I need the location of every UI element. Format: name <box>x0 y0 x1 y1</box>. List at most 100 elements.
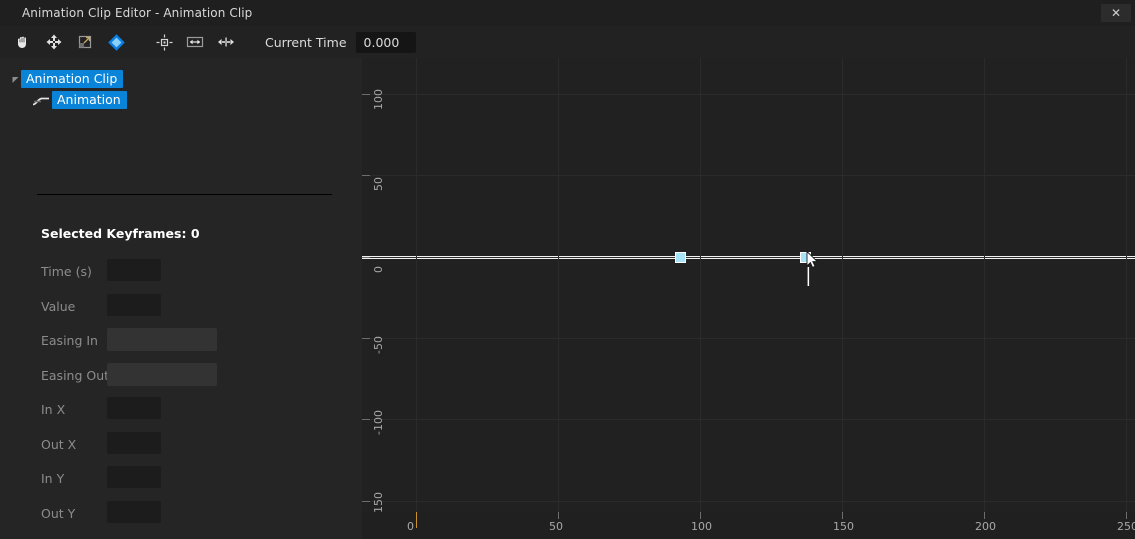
field-row: In X <box>0 396 362 431</box>
field-input[interactable] <box>107 294 161 316</box>
selected-keyframes-count: 0 <box>191 226 200 241</box>
close-icon[interactable]: ✕ <box>1101 4 1131 22</box>
animation-curve-icon <box>32 93 51 107</box>
y-tick <box>362 501 370 502</box>
field-row: In Y <box>0 465 362 500</box>
keyframe-marker[interactable] <box>800 252 811 263</box>
move-tool-button[interactable] <box>41 30 67 54</box>
x-tick-label: 200 <box>975 520 996 533</box>
y-tick <box>362 257 370 258</box>
field-label: In X <box>41 402 65 417</box>
snap-center-tool-button[interactable] <box>151 30 177 54</box>
keyframe-marker[interactable] <box>675 252 686 263</box>
x-gridline <box>1126 58 1127 512</box>
tree-item-animation-clip[interactable]: Animation Clip <box>0 70 362 88</box>
y-tick-label: 0 <box>372 266 385 273</box>
diamond-icon <box>107 33 126 52</box>
field-row: Value <box>0 293 362 328</box>
x-tick-label: 250 <box>1117 520 1135 533</box>
selected-keyframes-label: Selected Keyframes: <box>41 226 186 241</box>
y-gridline <box>362 175 1135 176</box>
toolbar-separator <box>129 42 146 43</box>
y-gridline <box>362 257 1135 258</box>
animation-tree: Animation Clip Animation <box>0 70 362 112</box>
field-label: Out X <box>41 437 76 452</box>
tree-item-animation[interactable]: Animation <box>0 91 362 109</box>
y-tick <box>362 419 370 420</box>
y-tick-label: 100 <box>372 89 385 110</box>
keyframe-tool-button[interactable] <box>103 30 129 54</box>
pan-tool-button[interactable] <box>10 30 36 54</box>
properties-panel: Animation Clip Animation Selected Keyfra… <box>0 58 362 539</box>
field-label: Easing Out <box>41 368 109 383</box>
x-tick-label: 150 <box>833 520 854 533</box>
animation-clip-editor-window: Animation Clip Editor - Animation Clip ✕ <box>0 0 1135 539</box>
current-time-input[interactable]: 0.000 <box>356 32 416 53</box>
window-title: Animation Clip Editor - Animation Clip <box>22 6 252 20</box>
fit-horizontal-tool-button[interactable] <box>182 30 208 54</box>
y-tick-label: -100 <box>372 410 385 435</box>
fit-horizontal-icon <box>185 33 205 51</box>
field-input[interactable] <box>107 259 161 281</box>
x-gridline <box>984 58 985 512</box>
scale-tool-button[interactable] <box>72 30 98 54</box>
align-time-tool-button[interactable] <box>213 30 239 54</box>
x-tick-label: 0 <box>407 520 414 533</box>
y-tick <box>362 94 370 95</box>
x-tick <box>842 512 843 519</box>
field-input[interactable] <box>107 501 161 523</box>
x-axis: 0 50 100 150 200 250 <box>362 512 1135 539</box>
align-time-icon <box>216 33 236 51</box>
field-label: Easing In <box>41 333 98 348</box>
x-gridline <box>842 58 843 512</box>
field-label: Value <box>41 299 75 314</box>
snap-center-icon <box>155 33 174 52</box>
field-label: Time (s) <box>41 264 92 279</box>
curve-plot-area[interactable]: 100 50 0 -50 -100 -150 <box>362 58 1135 512</box>
x-gridline <box>558 58 559 512</box>
field-input[interactable] <box>107 397 161 419</box>
y-gridline <box>362 501 1135 502</box>
x-gridline <box>416 58 417 512</box>
y-tick-label: -150 <box>372 492 385 512</box>
x-tick <box>984 512 985 519</box>
panel-divider <box>37 194 332 195</box>
x-tick-label: 100 <box>691 520 712 533</box>
current-time-label: Current Time <box>265 35 347 50</box>
field-input <box>107 363 217 386</box>
y-tick-label: -50 <box>372 336 385 354</box>
field-row: Easing In <box>0 327 362 362</box>
field-row: Out X <box>0 431 362 466</box>
x-tick-label: 50 <box>549 520 563 533</box>
x-tick <box>700 512 701 519</box>
curve-editor[interactable]: 100 50 0 -50 -100 -150 0 50 100 150 200 250 <box>362 58 1135 539</box>
x-tick <box>1126 512 1127 519</box>
field-row: Out Y <box>0 500 362 535</box>
y-tick <box>362 175 370 176</box>
toolbar: Current Time 0.000 <box>0 26 1135 58</box>
triangle-expanded-icon[interactable] <box>9 73 21 85</box>
playhead-tick <box>416 512 417 528</box>
tree-item-label: Animation Clip <box>21 70 123 88</box>
keyframe-fields: Time (s) Value Easing In Easing Out In X Out … <box>0 258 362 534</box>
y-gridline <box>362 94 1135 95</box>
x-gridline <box>700 58 701 512</box>
field-input[interactable] <box>107 432 161 454</box>
move-arrows-icon <box>45 33 63 51</box>
field-row: Easing Out <box>0 362 362 397</box>
y-gridline <box>362 419 1135 420</box>
field-input[interactable] <box>107 466 161 488</box>
x-tick <box>558 512 559 519</box>
title-bar: Animation Clip Editor - Animation Clip ✕ <box>0 0 1135 26</box>
field-label: Out Y <box>41 506 75 521</box>
y-tick <box>362 338 370 339</box>
hand-icon <box>14 33 32 51</box>
field-row: Time (s) <box>0 258 362 293</box>
scale-icon <box>76 33 94 51</box>
field-input <box>107 328 217 351</box>
tree-item-label: Animation <box>52 91 127 109</box>
selected-keyframes-status: Selected Keyframes: 0 <box>41 226 200 241</box>
field-label: In Y <box>41 471 64 486</box>
y-gridline <box>362 338 1135 339</box>
y-tick-label: 50 <box>372 177 385 191</box>
